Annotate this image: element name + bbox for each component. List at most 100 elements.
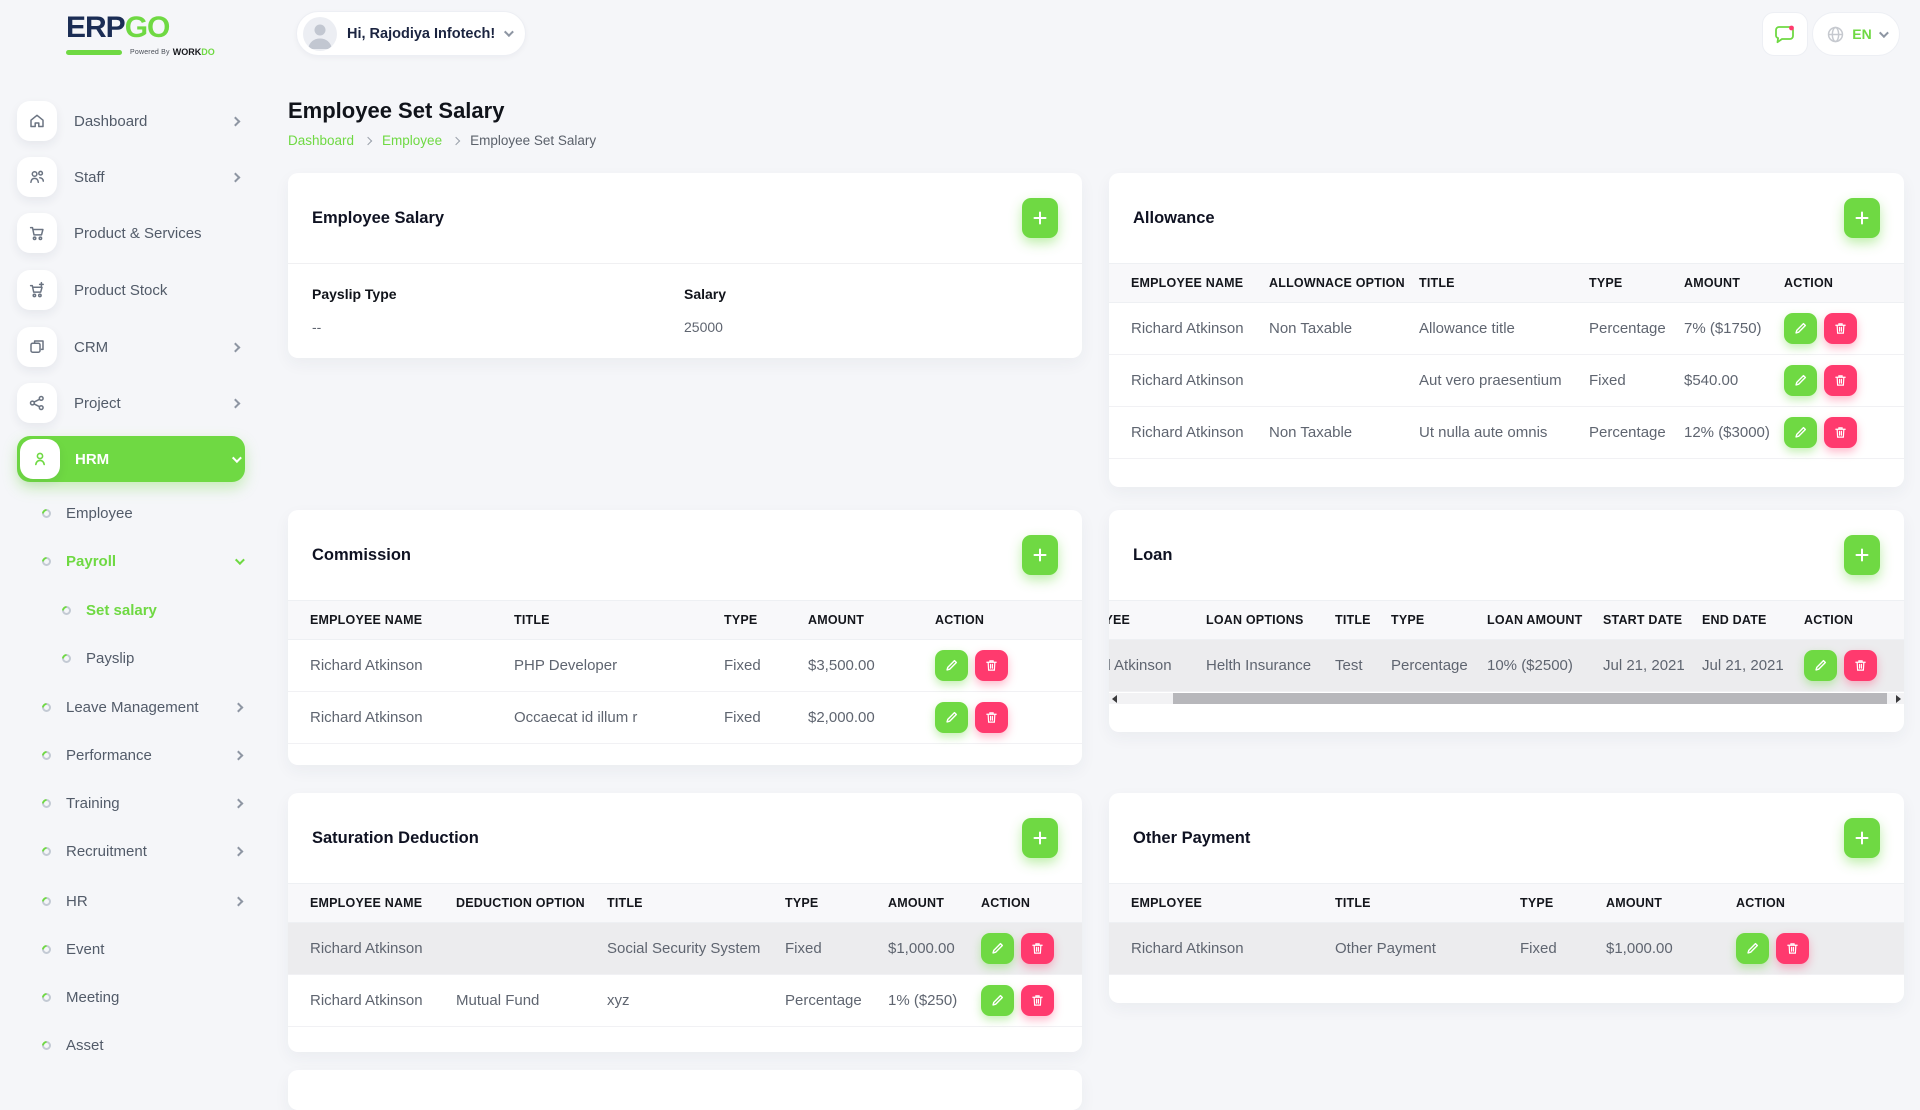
add-commission-button[interactable] [1022, 535, 1058, 575]
home-icon [17, 101, 57, 141]
page-title: Employee Set Salary [288, 98, 504, 124]
bullet-icon [60, 604, 73, 617]
sidebar-subitem-training[interactable]: Training [42, 780, 242, 826]
edit-button[interactable] [935, 650, 968, 681]
sidebar-item-project[interactable]: Project [17, 380, 245, 426]
bullet-icon [40, 943, 53, 956]
delete-button[interactable] [1021, 985, 1054, 1016]
plus-icon [1855, 831, 1869, 845]
sidebar-item-hrm[interactable]: HRM [17, 436, 245, 482]
delete-button[interactable] [1824, 417, 1857, 448]
delete-button[interactable] [1021, 933, 1054, 964]
sidebar-subitem-payroll[interactable]: Payroll [42, 538, 242, 584]
user-menu-button[interactable]: Hi, Rajodiya Infotech! [296, 11, 526, 56]
scroll-right-arrow[interactable] [1896, 695, 1901, 703]
bullet-icon [40, 555, 53, 568]
sidebar-subitem-employee[interactable]: Employee [42, 490, 242, 536]
edit-button[interactable] [981, 933, 1014, 964]
edit-button[interactable] [1804, 650, 1837, 681]
salary-field: Salary 25000 [684, 286, 726, 335]
globe-icon [1826, 25, 1845, 44]
breadcrumb-current: Employee Set Salary [470, 133, 596, 148]
add-saturation-deduction-button[interactable] [1022, 818, 1058, 858]
pencil-icon [1794, 426, 1807, 439]
edit-button[interactable] [1784, 417, 1817, 448]
chat-icon [1773, 22, 1797, 46]
delete-button[interactable] [1824, 365, 1857, 396]
sidebar-subitem-payslip[interactable]: Payslip [62, 635, 242, 681]
sidebar-subitem-performance[interactable]: Performance [42, 732, 242, 778]
app-logo[interactable]: ERPGO Powered By WORKDO [66, 13, 216, 57]
add-loan-button[interactable] [1844, 535, 1880, 575]
loan-card: Loan EMPLOYEELOAN OPTIONSTITLETYPELOAN A… [1109, 510, 1904, 732]
sidebar-subitem-leave-management[interactable]: Leave Management [42, 684, 242, 730]
plus-icon [1033, 831, 1047, 845]
chevron-right-icon [231, 342, 241, 352]
delete-button[interactable] [975, 702, 1008, 733]
notifications-button[interactable] [1762, 12, 1808, 56]
scrollbar-thumb[interactable] [1173, 693, 1887, 704]
table-row: Richard AtkinsonHelth InsuranceTestPerce… [1109, 640, 1904, 692]
sidebar-subitem-event[interactable]: Event [42, 926, 242, 972]
person-icon [20, 439, 60, 479]
language-label: EN [1852, 26, 1871, 42]
cart-plus-icon [17, 270, 57, 310]
trash-icon [1834, 374, 1847, 387]
trash-icon [985, 711, 998, 724]
employee-salary-card: Employee Salary Payslip Type -- Salary 2… [288, 173, 1082, 358]
sidebar-subitem-set-salary[interactable]: Set salary [62, 587, 242, 633]
logo-underline [66, 50, 122, 55]
delete-button[interactable] [1844, 650, 1877, 681]
sidebar-item-product-stock[interactable]: Product Stock [17, 267, 245, 313]
delete-button[interactable] [1776, 933, 1809, 964]
scroll-left-arrow[interactable] [1112, 695, 1117, 703]
delete-button[interactable] [1824, 313, 1857, 344]
plus-icon [1033, 548, 1047, 562]
edit-button[interactable] [981, 985, 1014, 1016]
card-title: Allowance [1133, 209, 1215, 228]
edit-button[interactable] [1784, 313, 1817, 344]
sidebar-item-product-services[interactable]: Product & Services [17, 210, 245, 256]
loan-table-viewport: EMPLOYEELOAN OPTIONSTITLETYPELOAN AMOUNT… [1109, 600, 1904, 692]
bullet-icon [60, 652, 73, 665]
table-row: Richard AtkinsonAut vero praesentiumFixe… [1109, 355, 1904, 407]
sidebar-subitem-recruitment[interactable]: Recruitment [42, 828, 242, 874]
add-allowance-button[interactable] [1844, 198, 1880, 238]
pencil-icon [991, 942, 1004, 955]
bullet-icon [40, 1039, 53, 1052]
table-row: Richard AtkinsonNon TaxableUt nulla aute… [1109, 407, 1904, 459]
trash-icon [1786, 942, 1799, 955]
allowance-table-header: EMPLOYEE NAMEALLOWNACE OPTIONTITLETYPEAM… [1109, 263, 1904, 303]
trash-icon [1031, 994, 1044, 1007]
plus-icon [1855, 548, 1869, 562]
sidebar-subitem-hr[interactable]: HR [42, 878, 242, 924]
sidebar-item-staff[interactable]: Staff [17, 154, 245, 200]
pencil-icon [1746, 942, 1759, 955]
edit-button[interactable] [1784, 365, 1817, 396]
share-nodes-icon [17, 383, 57, 423]
chevron-right-icon [234, 750, 244, 760]
add-employee-salary-button[interactable] [1022, 198, 1058, 238]
chevron-right-icon [234, 798, 244, 808]
add-other-payment-button[interactable] [1844, 818, 1880, 858]
chevron-down-icon [504, 27, 514, 37]
other-payment-table-header: EMPLOYEETITLETYPEAMOUNTACTION [1109, 883, 1904, 923]
horizontal-scrollbar[interactable] [1109, 693, 1904, 704]
delete-button[interactable] [975, 650, 1008, 681]
breadcrumb: Dashboard Employee Employee Set Salary [288, 133, 596, 148]
sidebar-item-crm[interactable]: CRM [17, 324, 245, 370]
breadcrumb-dashboard[interactable]: Dashboard [288, 133, 354, 148]
sidebar-item-dashboard[interactable]: Dashboard [17, 98, 245, 144]
plus-icon [1855, 211, 1869, 225]
next-card-partial [288, 1070, 1082, 1110]
edit-button[interactable] [1736, 933, 1769, 964]
language-selector[interactable]: EN [1812, 12, 1900, 56]
card-title: Saturation Deduction [312, 829, 479, 848]
sidebar-subitem-meeting[interactable]: Meeting [42, 974, 242, 1020]
chevron-right-icon [364, 136, 372, 144]
edit-button[interactable] [935, 702, 968, 733]
trash-icon [1834, 426, 1847, 439]
breadcrumb-employee[interactable]: Employee [382, 133, 442, 148]
bullet-icon [40, 991, 53, 1004]
sidebar-subitem-asset[interactable]: Asset [42, 1022, 242, 1068]
